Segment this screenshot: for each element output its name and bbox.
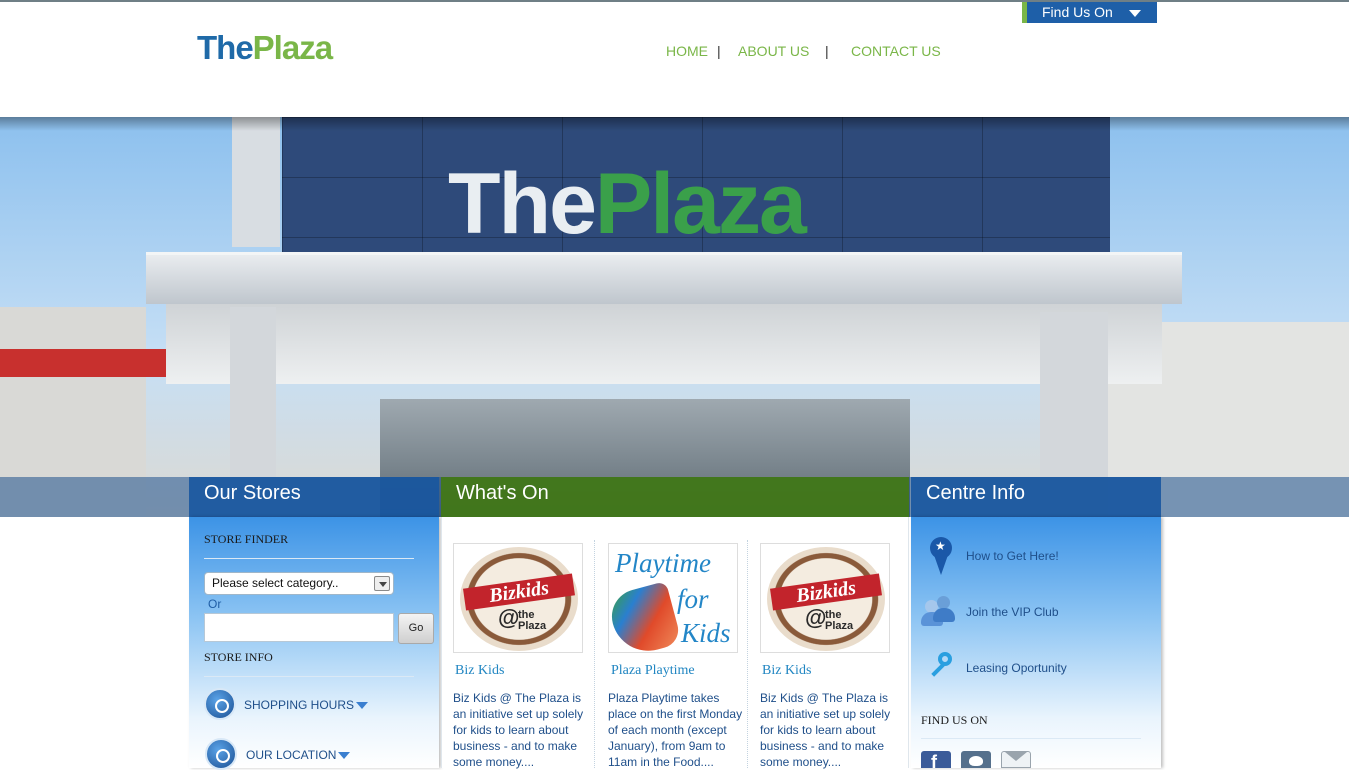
hero-sign-plaza: Plaza bbox=[594, 156, 807, 252]
find-us-on-dropdown[interactable]: Find Us On bbox=[1022, 2, 1157, 23]
tab-centre-info[interactable]: Centre Info bbox=[911, 477, 1161, 517]
location-icon bbox=[205, 738, 237, 770]
how-to-get-here-link[interactable]: How to Get Here! bbox=[966, 549, 1059, 563]
store-info-heading: STORE INFO bbox=[204, 650, 273, 664]
site-logo[interactable]: ThePlaza bbox=[197, 29, 333, 67]
divider bbox=[921, 738, 1141, 739]
hero-sign: ThePlaza bbox=[448, 161, 807, 247]
divider bbox=[204, 558, 414, 559]
map-pin-icon bbox=[930, 537, 952, 577]
chevron-down-icon bbox=[374, 576, 390, 591]
users-icon bbox=[921, 594, 957, 626]
key-icon bbox=[926, 652, 956, 682]
card-description: Biz Kids @ The Plaza is an initiative se… bbox=[453, 691, 584, 769]
or-label: Or bbox=[208, 597, 222, 611]
clock-icon bbox=[204, 688, 236, 720]
shopping-hours-link[interactable]: SHOPPING HOURS bbox=[244, 698, 369, 712]
leasing-opportunity-link[interactable]: Leasing Oportunity bbox=[966, 661, 1067, 675]
nav-separator: | bbox=[717, 43, 721, 59]
join-vip-club-link[interactable]: Join the VIP Club bbox=[966, 605, 1059, 619]
card-description: Biz Kids @ The Plaza is an initiative se… bbox=[760, 691, 891, 769]
tab-our-stores[interactable]: Our Stores bbox=[189, 477, 439, 517]
playtime-image[interactable]: Playtime for Kids bbox=[608, 543, 738, 653]
card-title[interactable]: Biz Kids bbox=[455, 663, 504, 679]
card-title[interactable]: Plaza Playtime bbox=[611, 663, 695, 679]
nav-about-us[interactable]: ABOUT US bbox=[738, 43, 809, 59]
painted-hand-image bbox=[609, 581, 683, 652]
caret-down-icon bbox=[1129, 10, 1141, 17]
shopping-hours-label: SHOPPING HOURS bbox=[244, 698, 355, 712]
find-us-on-label: Find Us On bbox=[1042, 4, 1113, 20]
hero-canopy bbox=[146, 252, 1182, 304]
card-title[interactable]: Biz Kids bbox=[762, 663, 811, 679]
twitter-icon[interactable] bbox=[961, 751, 991, 768]
card-description: Plaza Playtime takes place on the first … bbox=[608, 691, 743, 769]
card-separator bbox=[594, 540, 595, 768]
facebook-icon[interactable]: f bbox=[921, 751, 951, 768]
tab-whats-on[interactable]: What's On bbox=[441, 477, 909, 517]
logo-plaza: Plaza bbox=[252, 29, 333, 66]
hero-canopy-underside bbox=[166, 304, 1162, 384]
hero-pillar bbox=[232, 117, 280, 247]
divider bbox=[204, 676, 414, 677]
triangle-down-icon bbox=[338, 752, 351, 760]
bizkids-image[interactable]: Bizkids @ the Plaza bbox=[760, 543, 890, 653]
nav-contact-us[interactable]: CONTACT US bbox=[851, 43, 941, 59]
nav-home[interactable]: HOME bbox=[666, 43, 708, 59]
hero-sign-the: The bbox=[448, 156, 597, 252]
our-location-link[interactable]: OUR LOCATION bbox=[246, 748, 351, 762]
find-us-on-heading: FIND US ON bbox=[921, 713, 988, 727]
category-select[interactable]: Please select category.. bbox=[204, 572, 394, 595]
nav-separator: | bbox=[825, 43, 829, 59]
our-location-label: OUR LOCATION bbox=[246, 748, 337, 762]
hero-banner: ThePlaza bbox=[0, 117, 1349, 517]
bizkids-image[interactable]: Bizkids @ the Plaza bbox=[453, 543, 583, 653]
email-icon[interactable] bbox=[1001, 751, 1031, 768]
category-select-value: Please select category.. bbox=[212, 576, 339, 590]
logo-the: The bbox=[197, 29, 254, 66]
store-finder-heading: STORE FINDER bbox=[204, 532, 289, 546]
triangle-down-icon bbox=[356, 702, 369, 710]
go-button[interactable]: Go bbox=[398, 613, 434, 644]
store-search-input[interactable] bbox=[204, 613, 394, 642]
